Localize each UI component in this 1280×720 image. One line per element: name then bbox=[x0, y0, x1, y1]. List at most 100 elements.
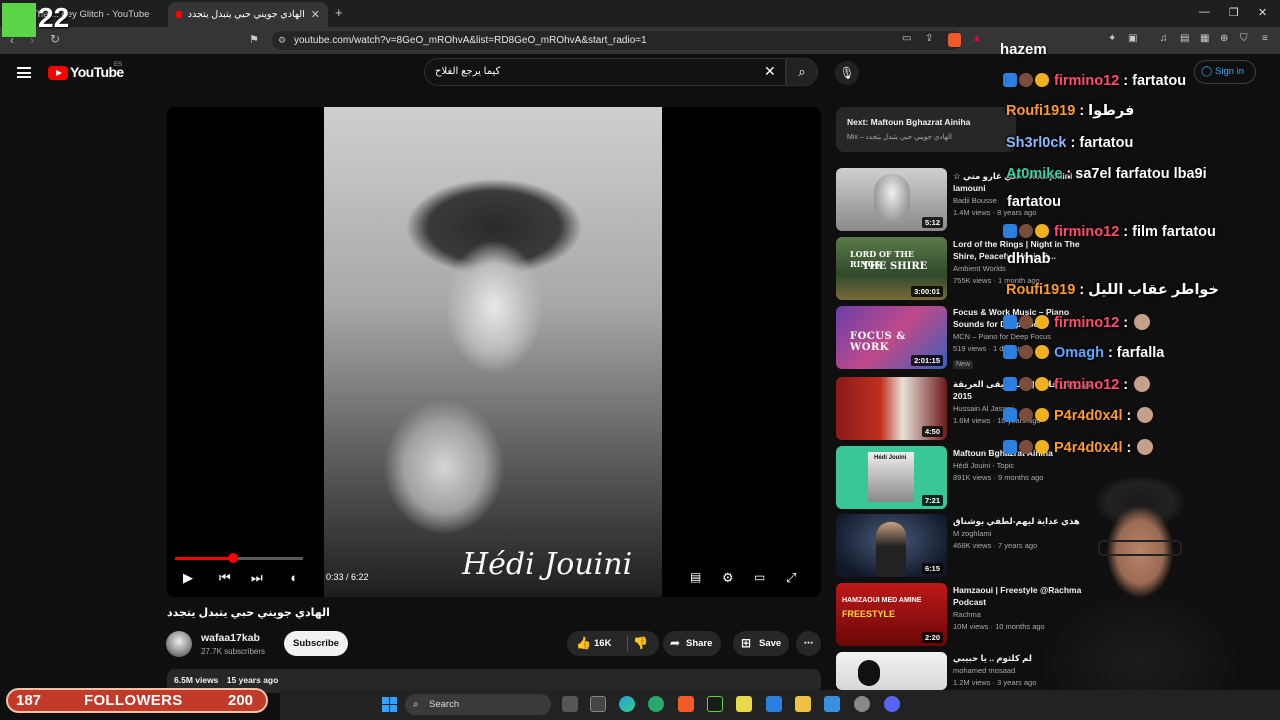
task-view-icon[interactable] bbox=[562, 696, 578, 712]
video-player[interactable]: Hédi Jouini ▶ ⏮ ⏭ ◖ 0:33 / 6:22 ▤ ⚙ ▭ ⤢ bbox=[167, 107, 821, 597]
file-explorer-icon[interactable] bbox=[795, 696, 811, 712]
new-tab-icon[interactable]: + bbox=[335, 5, 343, 20]
thumbnail-portrait bbox=[858, 660, 880, 686]
search-button[interactable]: ⌕ bbox=[786, 58, 818, 86]
view-count: 6.5M views bbox=[174, 675, 219, 685]
close-tab-icon[interactable]: ✕ bbox=[305, 8, 320, 21]
up-next-card[interactable]: Next: Maftoun Bghazrat Ainiha Mix – الها… bbox=[836, 107, 1016, 152]
chat-message: At0mike: sa7el farfatou lba9i bbox=[1003, 166, 1207, 182]
sidebar-toggle-icon[interactable]: ▤ bbox=[1180, 33, 1189, 44]
clear-search-icon[interactable]: ✕ bbox=[764, 63, 776, 80]
like-icon[interactable]: 👍 bbox=[576, 631, 591, 656]
followers-label: FOLLOWERS bbox=[84, 692, 183, 709]
chat-text: : film fartatou bbox=[1123, 224, 1216, 240]
chat-message: Omagh: farfalla bbox=[1003, 345, 1164, 361]
menu-icon[interactable]: ≡ bbox=[1262, 33, 1268, 44]
windows-start-icon[interactable] bbox=[382, 697, 397, 712]
fullscreen-icon[interactable]: ⤢ bbox=[786, 570, 796, 586]
upload-age: 15 years ago bbox=[226, 675, 279, 685]
subscriber-count: 27.7K subscribers bbox=[201, 647, 266, 656]
thumbnail-portrait bbox=[874, 174, 910, 222]
avatar-badge-icon bbox=[1019, 73, 1033, 87]
obs-icon[interactable] bbox=[854, 696, 870, 712]
theater-mode-icon[interactable]: ▭ bbox=[754, 570, 765, 584]
extensions-icon[interactable]: ✦ bbox=[1108, 33, 1116, 44]
taskbar-search[interactable]: ⌕ Search bbox=[405, 694, 551, 715]
hamburger-menu-icon[interactable] bbox=[17, 67, 31, 78]
chat-username: Omagh bbox=[1054, 345, 1104, 361]
chat-text: dhhab bbox=[1007, 251, 1051, 267]
video-frame-portrait bbox=[324, 107, 662, 597]
play-icon[interactable]: ▶ bbox=[183, 570, 193, 586]
volume-icon[interactable]: ◖ bbox=[289, 570, 297, 585]
media-icon[interactable]: ♫ bbox=[1160, 33, 1168, 44]
url-field[interactable]: ⚙ youtube.com/watch?v=8GeO_mROhvA&list=R… bbox=[272, 31, 962, 50]
rewards-icon[interactable]: ▲ bbox=[972, 33, 982, 44]
next-icon[interactable]: ⏭ bbox=[251, 570, 263, 586]
captions-icon[interactable]: ▤ bbox=[690, 570, 701, 584]
shield-icon[interactable]: ⛉ bbox=[1240, 33, 1248, 44]
avatar-badge-icon bbox=[1019, 345, 1033, 359]
mail-icon[interactable] bbox=[766, 696, 782, 712]
subscriber-badge-icon bbox=[1035, 224, 1049, 238]
chat-text: fartatou bbox=[1007, 194, 1061, 210]
pip-icon[interactable]: ▭ bbox=[902, 33, 911, 44]
tab-search-icon[interactable]: ▣ bbox=[1128, 33, 1137, 44]
brave-icon[interactable] bbox=[678, 696, 694, 712]
more-actions-button[interactable]: ⋯ bbox=[796, 631, 821, 656]
recommendation-thumbnail[interactable]: 6:15 bbox=[836, 514, 947, 577]
search-input[interactable]: كيما يرجع الفلاح bbox=[424, 58, 786, 86]
chat-text: : sa7el farfatou lba9i bbox=[1066, 166, 1207, 182]
like-count[interactable]: 16K bbox=[594, 631, 611, 656]
kick-app-icon[interactable] bbox=[707, 696, 723, 712]
settings-gear-icon[interactable]: ⚙ bbox=[722, 570, 734, 586]
recommendation-channel: MCN – Piano for Deep Focus bbox=[953, 332, 1051, 341]
recommendation-thumbnail[interactable]: 5:12 bbox=[836, 168, 947, 231]
channel-name[interactable]: wafaa17kab bbox=[201, 632, 260, 644]
progress-bar[interactable] bbox=[175, 553, 303, 563]
chat-message: firmino12: fartatou bbox=[1003, 73, 1186, 89]
followers-current: 187 bbox=[16, 692, 42, 709]
avatar-badge-icon bbox=[1019, 224, 1033, 238]
recommendation-thumbnail[interactable]: FOCUS & WORK 2:01:15 bbox=[836, 306, 947, 369]
previous-icon[interactable]: ⏮ bbox=[219, 570, 231, 586]
wallet-icon[interactable]: ▦ bbox=[1200, 33, 1209, 44]
subscribe-button[interactable]: Subscribe bbox=[284, 631, 348, 656]
pycharm-icon[interactable] bbox=[736, 696, 752, 712]
edge-icon[interactable] bbox=[619, 696, 635, 712]
recommendation-thumbnail[interactable] bbox=[836, 652, 947, 690]
chat-emote-icon bbox=[1134, 314, 1151, 330]
chat-username: firmino12 bbox=[1054, 224, 1120, 240]
channel-avatar[interactable] bbox=[166, 631, 192, 657]
close-window-icon[interactable]: ✕ bbox=[1258, 6, 1267, 19]
follower-goal-bar: 187 FOLLOWERS 200 bbox=[6, 688, 268, 713]
voice-search-icon[interactable]: 🎙 bbox=[835, 61, 859, 85]
recommendation-thumbnail[interactable]: LORD OF THE RINGS THE SHIRE 3:00:01 bbox=[836, 237, 947, 300]
recommendation-thumbnail[interactable]: HAMZAOUI MED AMINE FREESTYLE 2:20 bbox=[836, 583, 947, 646]
site-info-icon[interactable]: ⚙ bbox=[278, 31, 286, 50]
avatar-badge-icon bbox=[1019, 440, 1033, 454]
recommendation-thumbnail[interactable]: Hédi Jouini 7:21 bbox=[836, 446, 947, 509]
store-icon[interactable] bbox=[824, 696, 840, 712]
recommendation-thumbnail[interactable]: 4:50 bbox=[836, 377, 947, 440]
maximize-icon[interactable]: ❐ bbox=[1229, 6, 1239, 19]
chat-text: : fartatou bbox=[1070, 135, 1134, 151]
minimize-icon[interactable]: — bbox=[1199, 6, 1210, 18]
chat-text: : bbox=[1123, 377, 1129, 393]
chat-message: Sh3rl0ck: fartatou bbox=[1003, 135, 1133, 151]
tab-active[interactable]: الهادي جويني حبي يتبدل يتجدد ✕ bbox=[168, 2, 328, 27]
terminal-icon[interactable] bbox=[590, 696, 606, 712]
copilot-icon[interactable] bbox=[648, 696, 664, 712]
brave-shield-icon[interactable] bbox=[948, 33, 961, 47]
chat-emote-icon bbox=[1137, 407, 1154, 423]
share-button[interactable]: ➦ Share bbox=[663, 631, 721, 656]
bookmark-icon[interactable]: ⚑ bbox=[249, 33, 259, 46]
progress-scrubber[interactable] bbox=[227, 553, 238, 563]
youtube-logo-icon[interactable] bbox=[48, 66, 68, 80]
vpn-icon[interactable]: ⊕ bbox=[1220, 33, 1228, 44]
discord-icon[interactable] bbox=[884, 696, 900, 712]
sign-in-button[interactable]: ◯ Sign in bbox=[1194, 60, 1256, 84]
save-button[interactable]: ⊞ Save bbox=[733, 631, 789, 656]
dislike-icon[interactable]: 👎 bbox=[633, 631, 648, 656]
share-page-icon[interactable]: ⇪ bbox=[925, 33, 933, 44]
